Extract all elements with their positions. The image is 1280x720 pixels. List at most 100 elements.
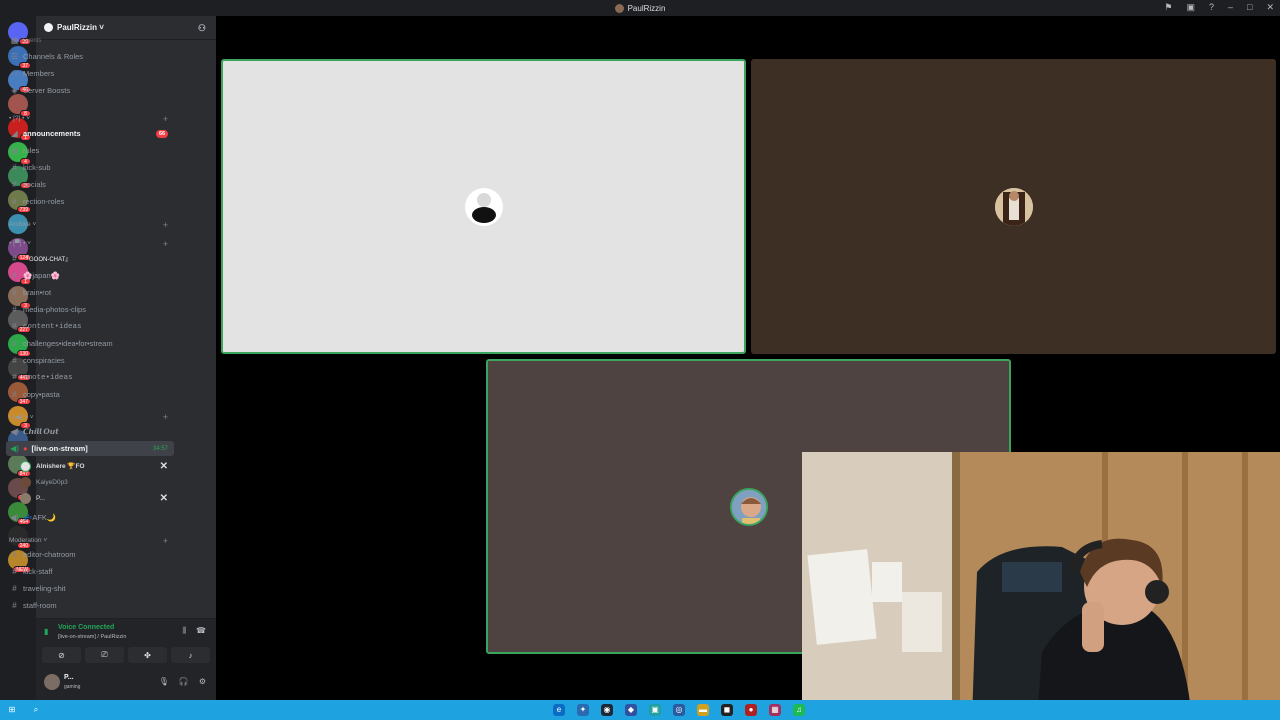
- channel-japan[interactable]: # 🌸japan🌸: [6, 268, 174, 283]
- screen-share-button[interactable]: ⎚: [85, 647, 124, 663]
- screen-icon[interactable]: ▣: [1186, 2, 1195, 13]
- soundboard-button[interactable]: ♪: [171, 647, 210, 663]
- voice-user[interactable]: KaiyeD0p3: [20, 475, 174, 489]
- channel-label: media-photos-clips: [23, 305, 86, 314]
- category-header[interactable]: • [▀] • ˅ +: [6, 236, 174, 251]
- hash-icon: #: [12, 288, 17, 297]
- noise-suppression-icon[interactable]: ⫼: [182, 626, 186, 636]
- folder-icon[interactable]: ▬: [697, 704, 709, 716]
- disconnect-call-icon[interactable]: ☎: [196, 626, 206, 636]
- add-channel-icon[interactable]: +: [163, 239, 168, 249]
- voice-user-name: Alnishere 🏆FO: [36, 463, 85, 470]
- settings-gear-icon[interactable]: ⚙: [199, 677, 206, 686]
- channel-label: content•ideas: [23, 322, 82, 331]
- channel-label: kick-sub: [23, 163, 51, 172]
- category-label: • [?] • ˅: [9, 115, 30, 122]
- app-icon[interactable]: ◼: [721, 704, 733, 716]
- voice-timer: 34:57: [152, 445, 168, 452]
- menu-members[interactable]: ⚇ Members: [6, 66, 174, 81]
- invite-icon[interactable]: ⚇: [198, 23, 206, 34]
- menu-channels-roles[interactable]: ☰ Channels & Roles: [6, 49, 174, 64]
- category-label: • [◀)] • ˅: [9, 413, 34, 421]
- channel-label: brain•rot: [23, 288, 52, 297]
- voice-status[interactable]: Voice Connected: [58, 624, 114, 631]
- channel-label: 🌸japan🌸: [23, 271, 61, 280]
- app-icon[interactable]: ▦: [769, 704, 781, 716]
- category-label: Moderation ˅: [9, 537, 48, 544]
- avatar: [20, 460, 31, 472]
- app-icon[interactable]: ▣: [649, 704, 661, 716]
- channel-kick-sub[interactable]: # kick-sub: [6, 160, 174, 175]
- voice-user[interactable]: P... ✕: [20, 491, 174, 505]
- add-channel-icon[interactable]: +: [163, 220, 168, 230]
- disconnect-icon[interactable]: ✕: [160, 461, 168, 472]
- channel-staff-room[interactable]: # staff-room: [6, 598, 174, 613]
- voice-status-panel: ▮ Voice Connected [live-on-stream] / Pau…: [36, 618, 216, 666]
- voice-user[interactable]: Alnishere 🏆FO ✕: [20, 459, 174, 473]
- channel-kick-staff[interactable]: # kick-staff: [6, 564, 174, 579]
- participant-tile[interactable]: [751, 59, 1276, 354]
- headphones-icon[interactable]: 🎧: [179, 677, 189, 686]
- channel-copy-pasta[interactable]: # copy•pasta: [6, 387, 174, 402]
- menu-events[interactable]: ▦ Events: [6, 33, 174, 48]
- channel-label: kick-staff: [23, 567, 53, 576]
- members-icon: ⚇: [10, 69, 19, 78]
- edge-icon[interactable]: e: [553, 704, 565, 716]
- steam-icon[interactable]: ◉: [601, 704, 613, 716]
- disconnect-icon[interactable]: ✕: [160, 493, 168, 504]
- megaphone-icon: ◢: [11, 129, 18, 138]
- add-channel-icon[interactable]: +: [163, 536, 168, 546]
- search-icon[interactable]: ⌕: [30, 704, 42, 716]
- minimize-icon[interactable]: –: [1228, 2, 1233, 13]
- activities-button[interactable]: ✤: [128, 647, 167, 663]
- avatar[interactable]: [44, 674, 60, 690]
- hash-icon: #: [12, 305, 17, 314]
- channel-media[interactable]: # media-photos-clips: [6, 302, 174, 317]
- windows-start-icon[interactable]: ⊞: [6, 704, 18, 716]
- channel-goon-chat[interactable]: # 『GOON-CHAT』: [6, 251, 174, 266]
- close-window-icon[interactable]: ✕: [1266, 2, 1274, 13]
- add-channel-icon[interactable]: +: [163, 114, 168, 124]
- channel-socials[interactable]: # socials: [6, 177, 174, 192]
- participant-tile[interactable]: [221, 59, 746, 354]
- channel-brain-rot[interactable]: # brain•rot: [6, 285, 174, 300]
- browser-icon[interactable]: ◎: [673, 704, 685, 716]
- channel-challenges[interactable]: # challenges•idea•for•stream: [6, 336, 174, 351]
- camera-off-button[interactable]: ⊘: [42, 647, 81, 663]
- voice-channel-path[interactable]: [live-on-stream] / PaulRizzin: [58, 634, 126, 640]
- channel-rection-roles[interactable]: # rection-roles: [6, 194, 174, 209]
- channel-label: emote•ideas: [23, 373, 73, 382]
- signal-icon[interactable]: ▮: [44, 627, 48, 636]
- spotify-icon[interactable]: ♫: [793, 704, 805, 716]
- help-icon[interactable]: ?: [1209, 2, 1214, 13]
- microphone-icon[interactable]: 🎙: [159, 677, 169, 686]
- menu-server-boosts[interactable]: ◈ Server Boosts: [6, 83, 174, 98]
- obs-icon[interactable]: ●: [745, 704, 757, 716]
- voice-channel-chill-out[interactable]: ◀) 𝘾𝙝𝙞𝙡𝙡 𝙊𝙪𝙩: [6, 424, 174, 439]
- hash-icon: #: [12, 197, 17, 206]
- category-header[interactable]: • [?] • ˅ +: [6, 111, 174, 126]
- channel-content-ideas[interactable]: # content•ideas: [6, 319, 174, 334]
- menu-label: Channels & Roles: [23, 52, 84, 61]
- voice-channel-afk[interactable]: ◀) 💤AFK🌙: [6, 510, 174, 525]
- channel-editor-chatroom[interactable]: # editor-chatroom: [6, 547, 174, 562]
- add-channel-icon[interactable]: +: [163, 412, 168, 422]
- inbox-icon[interactable]: ⚑: [1164, 2, 1172, 13]
- channel-traveling[interactable]: # traveling-shit: [6, 581, 174, 596]
- channel-conspiracies[interactable]: # conspiracies: [6, 353, 174, 368]
- hash-icon: #: [12, 271, 17, 280]
- voice-channel-live[interactable]: ◀) ● [live-on-stream] 34:57: [6, 441, 174, 456]
- channel-rules[interactable]: ▤ rules: [6, 143, 174, 158]
- channel-announcements[interactable]: ◢ announcements 66: [6, 126, 174, 141]
- app-icon[interactable]: ✦: [577, 704, 589, 716]
- channel-emote-ideas[interactable]: # emote•ideas: [6, 370, 174, 385]
- menu-label: Server Boosts: [23, 86, 71, 95]
- category-moderation[interactable]: Moderation ˅ +: [6, 533, 174, 548]
- username[interactable]: P...: [64, 674, 74, 681]
- category-header[interactable]: • [◀)] • ˅ +: [6, 409, 174, 424]
- app-icon[interactable]: ◆: [625, 704, 637, 716]
- maximize-icon[interactable]: □: [1247, 2, 1252, 13]
- hash-icon: #: [12, 180, 17, 189]
- category-archive[interactable]: Archive ˅ +: [6, 217, 174, 232]
- channel-label: 𝘾𝙝𝙞𝙡𝙡 𝙊𝙪𝙩: [23, 427, 59, 436]
